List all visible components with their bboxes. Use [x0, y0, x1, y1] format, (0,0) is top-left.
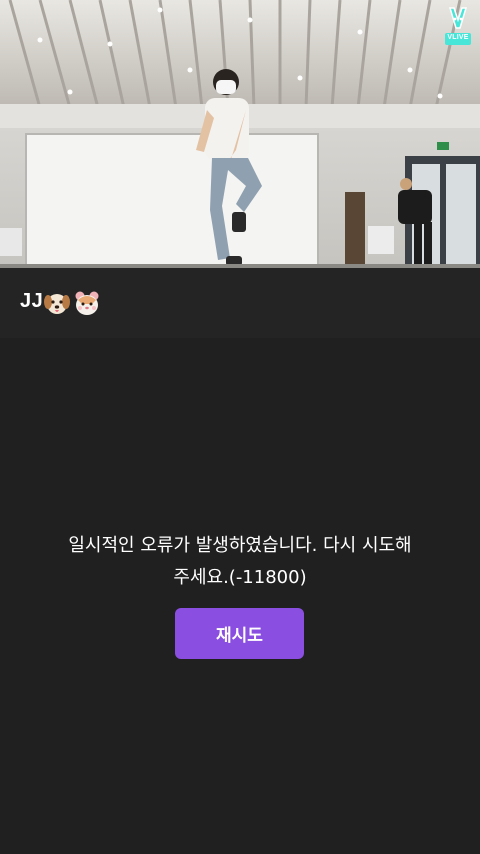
error-panel: 일시적인 오류가 발생하였습니다. 다시 시도해 주세요.(-11800) 재시… — [0, 338, 480, 854]
video-frame — [0, 0, 480, 268]
vlive-logo-text: VLIVE — [447, 34, 469, 41]
error-message-line-1: 일시적인 오류가 발생하였습니다. 다시 시도해 — [68, 535, 412, 556]
video-player[interactable]: VLIVE — [0, 0, 480, 268]
video-title: JJ — [20, 290, 44, 312]
puppy-emoji-icon — [44, 294, 70, 314]
error-message: 일시적인 오류가 발생하였습니다. 다시 시도해 주세요.(-11800) — [40, 530, 440, 594]
retry-button[interactable]: 재시도 — [175, 608, 304, 659]
video-title-bar: JJ — [0, 268, 480, 338]
error-message-line-2: 주세요.(-11800) — [173, 567, 307, 588]
hamster-emoji-icon — [75, 291, 99, 315]
vlive-logo: VLIVE — [444, 6, 472, 46]
